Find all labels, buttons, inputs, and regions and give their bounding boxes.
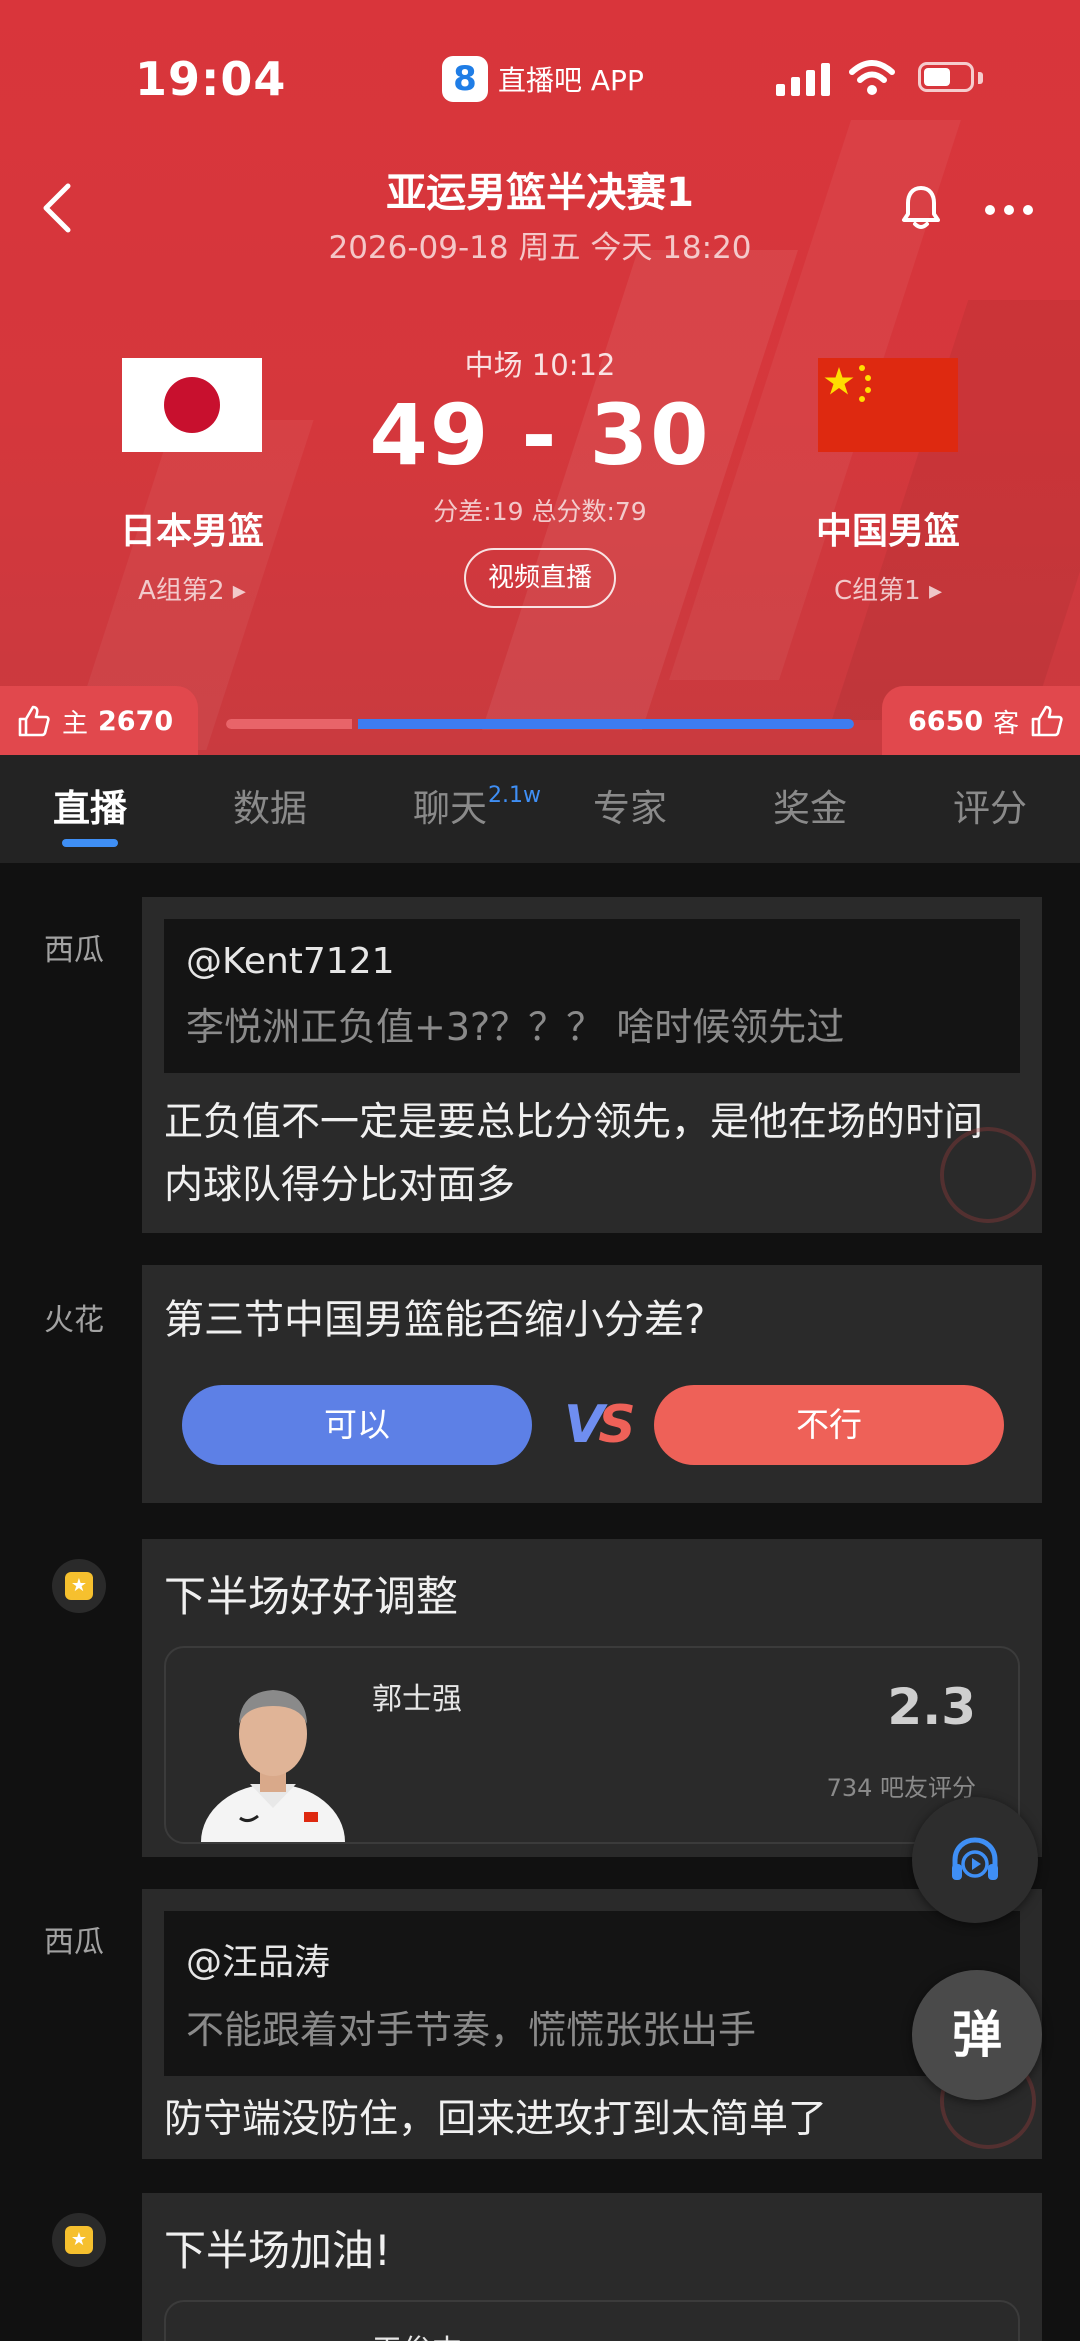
poll-card: 第三节中国男篮能否缩小分差? 可以 VS 不行 — [142, 1265, 1042, 1503]
battery-tip — [978, 72, 983, 84]
poll-no-button[interactable]: 不行 — [654, 1385, 1004, 1465]
video-live-button[interactable]: 视频直播 — [464, 548, 616, 608]
quoted-comment: @Kent7121 李悦洲正负值+3?？？？ 啥时候领先过 — [164, 919, 1020, 1073]
comment-card[interactable]: @Kent7121 李悦洲正负值+3?？？？ 啥时候领先过 正负值不一定是要总比… — [142, 897, 1042, 1233]
away-support-count: 6650 — [908, 705, 984, 737]
rating-votes: 734 吧友评分 — [826, 1774, 976, 1802]
post-source: 火花 — [44, 1303, 104, 1338]
poll-yes-button[interactable]: 可以 — [182, 1385, 532, 1465]
tab-experts[interactable]: 专家 — [540, 755, 720, 863]
away-team-name: 中国男篮 — [815, 511, 960, 552]
home-team-group: A组第2 ▸ — [138, 576, 246, 606]
tab-data[interactable]: 数据 — [180, 755, 360, 863]
active-tab-indicator — [62, 839, 118, 847]
home-support-label: 主 — [62, 708, 89, 739]
coach-rating-card[interactable]: 王俊杰 — [164, 2300, 1020, 2341]
away-support-label: 客 — [993, 708, 1020, 739]
support-ratio-bar — [226, 719, 854, 729]
headphones-icon — [952, 1837, 998, 1880]
quoted-user: @汪品涛 — [186, 1942, 331, 1983]
thumbs-up-icon — [1031, 705, 1063, 737]
tab-label: 聊天 — [413, 787, 487, 830]
rating-card[interactable]: 下半场加油! 王俊杰 — [142, 2193, 1042, 2341]
coach-avatar — [201, 1690, 345, 1842]
match-header: 19:04 8 直播吧 APP 亚运男篮半决赛1 2026-09-18 周五 今… — [0, 0, 1080, 755]
home-support-count: 2670 — [98, 705, 174, 737]
star-icon: ★ — [52, 2213, 106, 2267]
app-logo-icon: 8 — [442, 56, 488, 102]
battery-icon — [918, 62, 974, 92]
wifi-icon — [849, 60, 895, 95]
home-support-button[interactable]: 主 2670 — [0, 686, 198, 755]
status-bar: 19:04 8 直播吧 APP — [0, 0, 1080, 160]
danmu-toggle-button[interactable]: 弹 — [912, 1970, 1042, 2100]
quoted-comment: @汪品涛 不能跟着对手节奏，慌慌张张出手 — [164, 1911, 1020, 2076]
tab-label: 数据 — [233, 787, 307, 830]
tab-bar: 直播 数据 聊天 2.1w 专家 奖金 评分 — [0, 755, 1080, 863]
quoted-text: 不能跟着对手节奏，慌慌张张出手 — [186, 2008, 757, 2052]
reply-text: 防守端没防住，回来进攻打到太简单了 — [164, 2097, 828, 2142]
coach-name: 郭士强 — [372, 1682, 462, 1717]
tab-label: 评分 — [953, 787, 1027, 830]
live-feed[interactable]: 西瓜 @Kent7121 李悦洲正负值+3?？？？ 啥时候领先过 正负值不一定是… — [0, 863, 1080, 2341]
comment-card[interactable]: @汪品涛 不能跟着对手节奏，慌慌张张出手 防守端没防住，回来进攻打到太简单了 — [142, 1889, 1042, 2159]
quoted-user: @Kent7121 — [186, 941, 395, 982]
tab-bonus[interactable]: 奖金 — [720, 755, 900, 863]
watermark-stamp — [940, 1127, 1036, 1223]
rating-title: 下半场好好调整 — [164, 1572, 459, 1621]
coach-rating-card[interactable]: 郭士强 2.3 734 吧友评分 — [164, 1646, 1020, 1844]
poll-question: 第三节中国男篮能否缩小分差? — [164, 1297, 706, 1343]
tab-rating[interactable]: 评分 — [900, 755, 1080, 863]
home-support-fill — [226, 719, 352, 729]
away-support-button[interactable]: 6650 客 — [882, 686, 1080, 755]
tab-label: 专家 — [593, 787, 667, 830]
coach-name: 王俊杰 — [372, 2326, 462, 2341]
tab-live[interactable]: 直播 — [0, 755, 180, 863]
rating-title: 下半场加油! — [164, 2226, 391, 2275]
away-team-group: C组第1 ▸ — [833, 576, 942, 606]
post-source: 西瓜 — [44, 933, 104, 968]
china-flag-icon — [818, 358, 958, 452]
reply-text: 正负值不一定是要总比分领先，是他在场的时间内球队得分比对面多 — [164, 1100, 984, 1208]
tab-label: 直播 — [53, 787, 127, 830]
away-support-fill — [357, 719, 854, 729]
coach-score: 2.3 — [887, 1678, 976, 1736]
away-team[interactable]: 中国男篮 C组第1 ▸ — [768, 358, 1008, 607]
vs-icon: VS — [564, 1395, 636, 1455]
poll-options: 可以 VS 不行 — [142, 1345, 1042, 1495]
signal-icon — [776, 62, 830, 96]
chat-count-badge: 2.1w — [488, 783, 541, 808]
rating-card[interactable]: 下半场好好调整 郭士强 2.3 734 吧友评分 — [142, 1539, 1042, 1857]
tab-label: 奖金 — [773, 787, 847, 830]
more-options-icon[interactable] — [984, 204, 1034, 216]
star-icon: ★ — [52, 1559, 106, 1613]
post-source: 西瓜 — [44, 1925, 104, 1960]
support-bar: 主 2670 6650 客 — [0, 686, 1080, 755]
quoted-text: 李悦洲正负值+3?？？？ 啥时候领先过 — [186, 1005, 845, 1049]
thumbs-up-icon — [18, 705, 50, 737]
audio-commentary-button[interactable] — [912, 1797, 1038, 1923]
app-name: 直播吧 APP — [498, 64, 644, 97]
tab-chat[interactable]: 聊天 2.1w — [360, 755, 541, 863]
status-time: 19:04 — [135, 52, 287, 106]
bell-icon[interactable] — [900, 184, 942, 230]
return-to-app[interactable]: 8 直播吧 APP — [442, 56, 644, 102]
